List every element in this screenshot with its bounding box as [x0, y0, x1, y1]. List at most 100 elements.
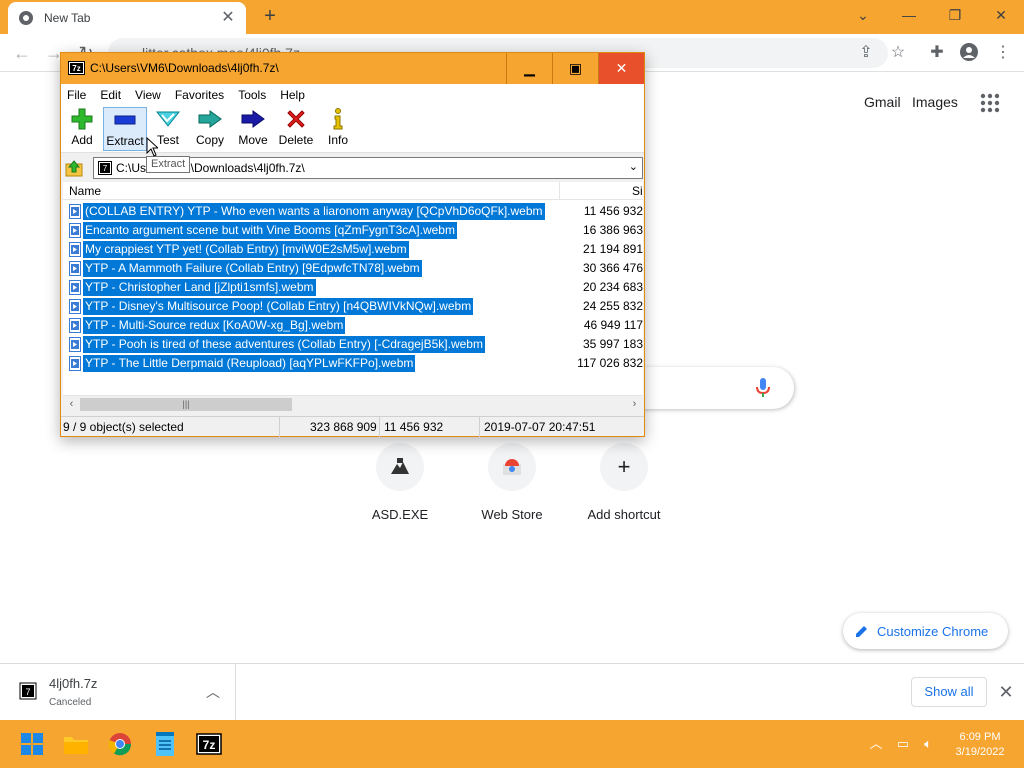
asd-exe-favicon-icon: [376, 443, 424, 491]
7zip-taskbar-icon[interactable]: 7z: [193, 728, 225, 760]
file-row[interactable]: YTP - Pooh is tired of these adventures …: [63, 335, 643, 354]
show-hidden-icons-chevron-icon[interactable]: ︿: [868, 736, 884, 752]
share-icon[interactable]: ⇪: [855, 42, 877, 64]
info-i-icon: [333, 108, 343, 130]
file-row[interactable]: YTP - Christopher Land [jZlpti1smfs].web…: [63, 278, 643, 297]
column-size-header[interactable]: Size: [559, 182, 643, 200]
taskbar-clock[interactable]: 6:09 PM 3/19/2022: [944, 730, 1016, 760]
shortcut-add[interactable]: + Add shortcut: [568, 443, 680, 522]
extensions-puzzle-icon[interactable]: ✚: [926, 42, 948, 64]
customize-label: Customize Chrome: [877, 623, 989, 639]
new-tab-plus-icon[interactable]: +: [258, 4, 282, 28]
delete-x-icon: [287, 110, 305, 128]
images-link[interactable]: Images: [912, 94, 958, 110]
show-all-button[interactable]: Show all: [911, 677, 987, 707]
close-window-icon[interactable]: ✕: [978, 0, 1024, 30]
file-row[interactable]: Encanto argument scene but with Vine Boo…: [63, 221, 643, 240]
menu-help[interactable]: Help: [280, 88, 305, 102]
copy-arrow-icon: [198, 110, 222, 128]
scroll-right-icon[interactable]: ›: [626, 396, 643, 413]
gmail-link[interactable]: Gmail: [864, 94, 901, 110]
file-size: 117 026 832: [577, 356, 643, 370]
delete-button[interactable]: Delete: [277, 107, 315, 151]
download-item[interactable]: 7 4lj0fh.7z Canceled ︿: [0, 664, 236, 720]
clock-date: 3/19/2022: [955, 746, 1005, 758]
chevron-up-icon[interactable]: ︿: [205, 682, 221, 700]
file-row[interactable]: YTP - Multi-Source redux [KoA0W-xg_Bg].w…: [63, 316, 643, 335]
shortcut-label: Web Store: [481, 507, 543, 522]
add-button[interactable]: Add: [65, 107, 99, 151]
extract-button[interactable]: Extract: [103, 107, 147, 151]
shortcut-web-store[interactable]: Web Store: [456, 443, 568, 522]
windows-start-icon[interactable]: [16, 728, 48, 760]
file-row[interactable]: My crappiest YTP yet! (Collab Entry) [mv…: [63, 240, 643, 259]
minimize-icon[interactable]: —: [886, 0, 932, 30]
add-plus-icon: +: [600, 443, 648, 491]
file-size: 35 997 183: [582, 337, 643, 351]
scroll-left-icon[interactable]: ‹: [63, 396, 80, 413]
file-row[interactable]: YTP - Disney's Multisource Poop! (Collab…: [63, 297, 643, 316]
file-size: 20 234 683: [582, 280, 643, 294]
info-label: Info: [327, 133, 348, 147]
customize-chrome-button[interactable]: Customize Chrome: [843, 613, 1008, 649]
svg-text:7: 7: [25, 687, 30, 697]
profile-avatar-icon[interactable]: [958, 42, 980, 64]
move-label: Move: [238, 133, 268, 147]
tab-close-icon[interactable]: ✕: [220, 10, 236, 26]
network-icon[interactable]: ▭: [895, 736, 911, 752]
folder-up-icon[interactable]: [65, 159, 83, 177]
7zip-window: 7z C:\Users\VM6\Downloads\4lj0fh.7z\ ▁ ▣…: [60, 52, 645, 437]
scroll-thumb[interactable]: |||: [80, 398, 292, 411]
close-shelf-icon[interactable]: ✕: [996, 682, 1016, 702]
copy-button[interactable]: Copy: [193, 107, 227, 151]
7zip-title-bar[interactable]: 7z C:\Users\VM6\Downloads\4lj0fh.7z\ ▁ ▣…: [61, 53, 644, 84]
back-arrow-icon[interactable]: ←: [10, 41, 34, 65]
move-button[interactable]: Move: [236, 107, 270, 151]
file-explorer-icon[interactable]: [60, 728, 92, 760]
file-name: (COLLAB ENTRY) YTP - Who even wants a li…: [83, 203, 545, 220]
clock-time: 6:09 PM: [959, 731, 1001, 743]
archive-icon: 7: [98, 161, 112, 175]
extract-label: Extract: [106, 134, 144, 148]
file-list-header: Name Size: [63, 182, 643, 200]
tab-new-tab[interactable]: New Tab ✕: [8, 2, 246, 34]
menu-edit[interactable]: Edit: [100, 88, 121, 102]
column-name-header[interactable]: Name: [69, 184, 101, 198]
webm-file-icon: [69, 318, 81, 333]
dropdown-chevron-icon[interactable]: ⌄: [629, 160, 638, 173]
chrome-favicon-icon: [19, 11, 33, 25]
apps-grid-icon[interactable]: [979, 92, 1001, 114]
chrome-taskbar-icon[interactable]: [104, 728, 136, 760]
file-list[interactable]: Name Size (COLLAB ENTRY) YTP - Who even …: [63, 182, 643, 412]
menu-view[interactable]: View: [135, 88, 161, 102]
7zip-maximize-icon[interactable]: ▣: [552, 53, 598, 84]
menu-tools[interactable]: Tools: [238, 88, 266, 102]
volume-icon[interactable]: 🔈︎: [920, 736, 936, 752]
file-row[interactable]: YTP - The Little Derpmaid (Reupload) [aq…: [63, 354, 643, 373]
file-size: 16 386 963: [582, 223, 643, 237]
file-row[interactable]: YTP - A Mammoth Failure (Collab Entry) […: [63, 259, 643, 278]
file-name: YTP - A Mammoth Failure (Collab Entry) […: [83, 260, 422, 277]
info-button[interactable]: Info: [325, 107, 351, 151]
menu-kebab-icon[interactable]: ⋮: [992, 42, 1014, 64]
7zip-minimize-icon[interactable]: ▁: [506, 53, 552, 84]
microphone-icon[interactable]: [753, 377, 773, 399]
notepad-icon[interactable]: [149, 728, 181, 760]
file-name: YTP - Multi-Source redux [KoA0W-xg_Bg].w…: [83, 317, 346, 334]
horizontal-scrollbar[interactable]: ‹ ||| ›: [63, 395, 643, 412]
extract-minus-icon: [114, 115, 136, 125]
webm-file-icon: [69, 337, 81, 352]
menu-favorites[interactable]: Favorites: [175, 88, 224, 102]
7zip-app-icon: 7z: [68, 61, 85, 75]
file-row[interactable]: (COLLAB ENTRY) YTP - Who even wants a li…: [63, 202, 643, 221]
bookmark-star-icon[interactable]: ☆: [887, 42, 909, 64]
webm-file-icon: [69, 280, 81, 295]
path-text: C:\Users\VM6\Downloads\4lj0fh.7z\: [116, 161, 305, 175]
restore-icon[interactable]: ❐: [932, 0, 978, 30]
webm-file-icon: [69, 223, 81, 238]
7zip-close-icon[interactable]: ✕: [598, 53, 644, 84]
menu-file[interactable]: File: [67, 88, 86, 102]
shortcut-asd-exe[interactable]: ASD.EXE: [344, 443, 456, 522]
delete-label: Delete: [278, 133, 314, 147]
tab-search-chevron-icon[interactable]: ⌄: [840, 0, 886, 30]
